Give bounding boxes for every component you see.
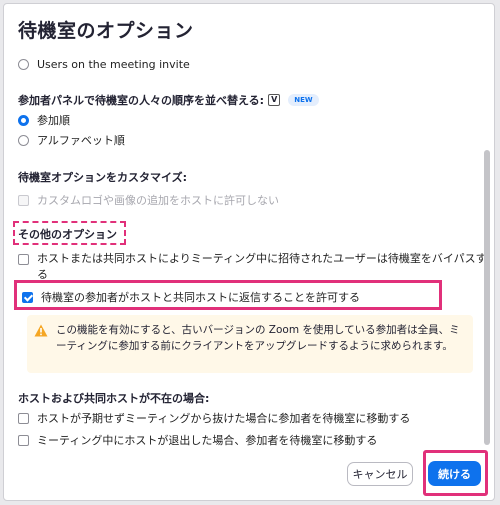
warning-text: この機能を有効にすると、古いバージョンの Zoom を使用している参加者は全員、… — [56, 324, 460, 352]
checkbox-disallow-custom-logo[interactable]: カスタムロゴや画像の追加をホストに許可しない — [18, 192, 279, 208]
checkbox-label: 待機室の参加者がホストと共同ホストに返信することを許可する — [41, 291, 360, 304]
radio-label: アルファベット順 — [37, 134, 125, 147]
new-badge: NEW — [288, 94, 319, 106]
waiting-room-options-dialog: 待機室のオプション Users on the meeting invite 参加… — [3, 3, 495, 501]
warning-triangle-icon — [34, 324, 48, 337]
dialog-title: 待機室のオプション — [18, 20, 194, 42]
cancel-button[interactable]: キャンセル — [347, 462, 413, 486]
checkbox-box-checked[interactable] — [22, 291, 33, 303]
other-options-heading: その他のオプション — [18, 228, 117, 241]
checkbox-box[interactable] — [18, 412, 29, 424]
checkbox-bypass-waiting-room[interactable]: ホストまたは共同ホストによりミーティング中に招待されたユーザーは待機室をバイパス… — [18, 251, 492, 283]
checkbox-allow-reply[interactable]: 待機室の参加者がホストと共同ホストに返信することを許可する — [22, 289, 360, 305]
radio-circle-selected[interactable] — [18, 114, 29, 126]
radio-circle[interactable] — [18, 134, 29, 146]
radio-alphabetical[interactable]: アルファベット順 — [18, 132, 125, 148]
checkbox-box[interactable] — [18, 254, 29, 265]
vertical-scrollbar[interactable] — [484, 150, 490, 445]
host-absent-heading: ホストおよび共同ホストが不在の場合: — [18, 392, 210, 405]
ordering-heading: 参加者パネルで待機室の人々の順序を並べ替える: V NEW — [18, 92, 319, 108]
checkbox-label: カスタムロゴや画像の追加をホストに許可しない — [37, 194, 279, 207]
checkbox-label: ミーティング中にホストが退出した場合、参加者を待機室に移動する — [37, 434, 378, 447]
radio-label: Users on the meeting invite — [37, 58, 190, 71]
checkbox-label: ホストが予期せずミーティングから抜けた場合に参加者を待機室に移動する — [37, 412, 411, 425]
radio-circle[interactable] — [18, 59, 29, 70]
warning-notice: この機能を有効にすると、古いバージョンの Zoom を使用している参加者は全員、… — [27, 315, 473, 373]
ordering-heading-text: 参加者パネルで待機室の人々の順序を並べ替える: — [18, 94, 265, 107]
checkbox-label: ホストまたは共同ホストによりミーティング中に招待されたユーザーは待機室をバイパス… — [37, 252, 487, 281]
radio-join-order[interactable]: 参加順 — [18, 112, 70, 128]
checkbox-box[interactable] — [18, 434, 29, 446]
customize-heading: 待機室オプションをカスタマイズ: — [18, 171, 188, 184]
radio-users-on-invite[interactable]: Users on the meeting invite — [18, 58, 190, 71]
continue-button[interactable]: 続ける — [428, 461, 481, 486]
checkbox-move-on-host-exit[interactable]: ミーティング中にホストが退出した場合、参加者を待機室に移動する — [18, 432, 377, 448]
checkbox-move-on-unexpected-leave[interactable]: ホストが予期せずミーティングから抜けた場合に参加者を待機室に移動する — [18, 410, 410, 426]
keyboard-shortcut-icon: V — [268, 94, 281, 106]
checkbox-box[interactable] — [18, 194, 29, 206]
radio-label: 参加順 — [37, 114, 70, 127]
